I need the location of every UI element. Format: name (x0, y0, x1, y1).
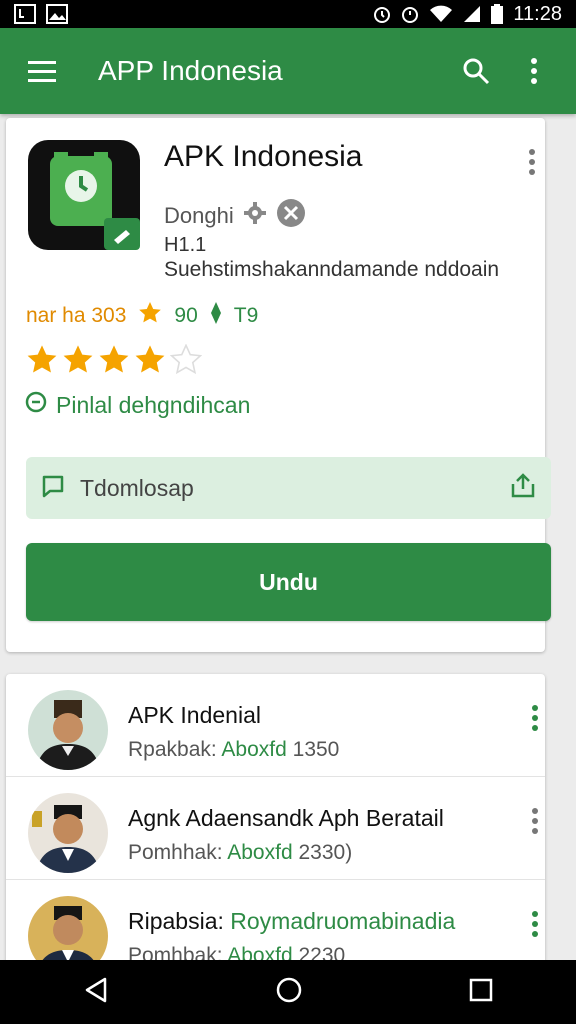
review-input-text: Tdomlosap (80, 474, 194, 501)
app-detail-card: APK Indonesia Donghi H1.1 Suehstimshakan… (6, 118, 551, 652)
info-chat-icon (24, 390, 48, 420)
system-nav-bar (0, 960, 576, 1024)
avatar (28, 793, 108, 873)
item-title-prefix: Ripabsia: (128, 908, 224, 934)
item-overflow-icon[interactable] (531, 910, 539, 943)
card-overflow-icon[interactable] (528, 148, 536, 181)
alarm-icon-2 (401, 4, 419, 24)
stat-right: T9 (233, 304, 259, 327)
app-icon (28, 140, 140, 250)
menu-icon[interactable] (22, 51, 62, 91)
item-title: Agnk Adaensandk Aph Beratail (128, 805, 444, 831)
image-notification-icon (46, 4, 68, 24)
item-title-green: Roymadruomabinadia (230, 908, 456, 934)
review-input[interactable]: Tdomlosap (26, 457, 551, 519)
wifi-icon (429, 5, 453, 23)
item-overflow-icon[interactable] (531, 807, 539, 840)
download-button[interactable]: Undu (26, 543, 551, 621)
app-bar: APP Indonesia (0, 28, 576, 114)
app-description: Suehstimshakanndamande nddoain (164, 258, 500, 281)
item-sub-suffix: 2330) (298, 841, 353, 864)
alarm-icon (373, 4, 391, 24)
item-title: APK Indenial (128, 702, 261, 728)
item-title: Ripabsia: Roymadruomabinadia (128, 908, 455, 935)
chat-bubble-icon (40, 473, 66, 504)
tools-icon (276, 198, 306, 234)
stats-row: nar ha 303 90 T9 (26, 301, 258, 331)
item-overflow-icon[interactable] (531, 704, 539, 737)
app-name: APK Indonesia (164, 140, 363, 173)
related-app-list: APK Indenial Rpakbak: Aboxfd 1350 Agnk A… (6, 674, 545, 974)
home-icon[interactable] (275, 976, 303, 1009)
battery-icon (491, 4, 504, 24)
overflow-menu-icon[interactable] (514, 51, 554, 91)
item-sub-green: Aboxfd (227, 841, 293, 864)
list-item[interactable]: Agnk Adaensandk Aph Beratail Pomhhak: Ab… (6, 777, 545, 880)
status-time: 11:28 (513, 2, 562, 25)
star-filled-icon (98, 344, 130, 381)
star-filled-icon (134, 344, 166, 381)
share-icon[interactable] (509, 472, 537, 505)
developer-name[interactable]: Donghi (164, 203, 234, 229)
item-subtitle: Pomhhak: Aboxfd 2330) (128, 841, 352, 865)
list-item[interactable]: APK Indenial Rpakbak: Aboxfd 1350 (6, 674, 545, 777)
status-bar: 11:28 (0, 0, 576, 28)
rating-stars (26, 343, 203, 381)
stat-middle: 90 (174, 304, 198, 327)
item-sub-suffix: 1350 (292, 738, 340, 761)
back-icon[interactable] (83, 977, 109, 1008)
avatar (28, 690, 108, 770)
recents-icon[interactable] (469, 978, 493, 1007)
star-icon (138, 301, 162, 331)
item-sub-prefix: Rpakbak: (128, 738, 217, 761)
developer-row: Donghi (164, 198, 306, 234)
download-arrow-icon (210, 302, 222, 330)
stat-left: nar ha 303 (26, 304, 127, 327)
signal-icon (463, 5, 481, 23)
info-row: Pinlal dehgndihcan (24, 390, 250, 420)
star-filled-icon (26, 344, 58, 381)
app-version: H1.1 (164, 234, 207, 256)
info-text: Pinlal dehgndihcan (56, 391, 251, 418)
item-sub-prefix: Pomhhak: (128, 841, 223, 864)
star-empty-icon (169, 343, 203, 381)
app-bar-title: APP Indonesia (98, 55, 283, 86)
download-notification-icon (14, 4, 36, 24)
item-subtitle: Rpakbak: Aboxfd 1350 (128, 738, 339, 762)
gear-icon (243, 202, 266, 230)
item-sub-green: Aboxfd (221, 738, 287, 761)
star-filled-icon (62, 344, 94, 381)
search-icon[interactable] (456, 51, 496, 91)
